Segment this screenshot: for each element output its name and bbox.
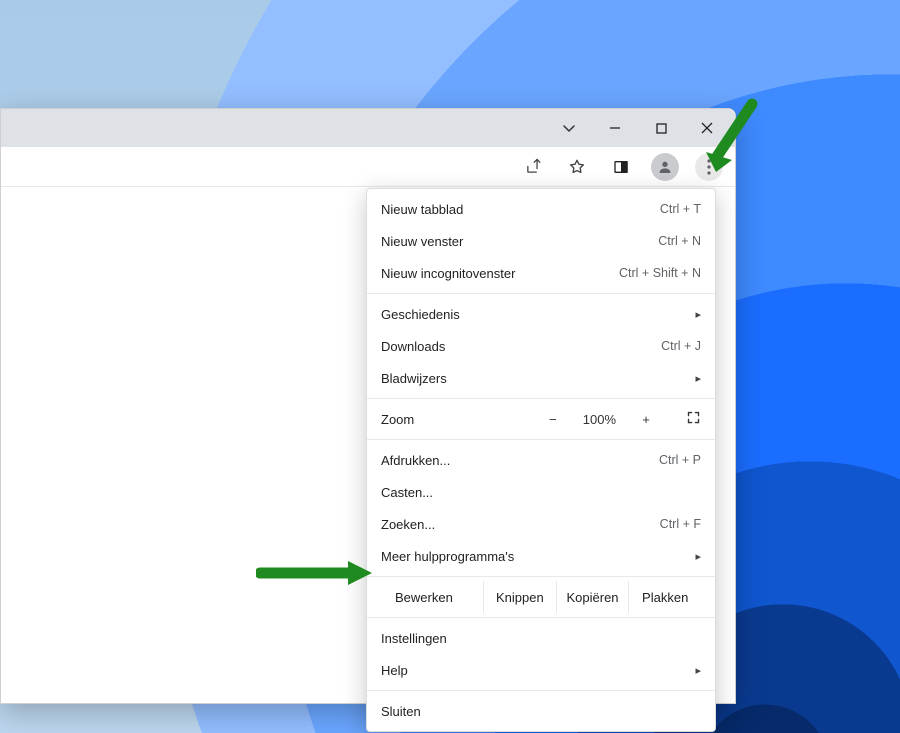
edit-cut-button[interactable]: Knippen <box>483 581 556 613</box>
edit-copy-button[interactable]: Kopiëren <box>556 581 629 613</box>
annotation-arrow-icon <box>256 558 376 588</box>
menu-item-label: Bladwijzers <box>381 371 447 386</box>
window-titlebar <box>1 109 735 147</box>
menu-item-label: Nieuw incognitovenster <box>381 266 515 281</box>
minimize-button[interactable] <box>601 114 629 142</box>
menu-new-tab[interactable]: Nieuw tabblad Ctrl + T <box>367 193 715 225</box>
menu-item-label: Geschiedenis <box>381 307 460 322</box>
menu-help[interactable]: Help <box>367 654 715 686</box>
menu-item-shortcut: Ctrl + P <box>659 453 701 467</box>
menu-item-label: Help <box>381 663 408 678</box>
menu-item-label: Nieuw venster <box>381 234 463 249</box>
menu-more-tools[interactable]: Meer hulpprogramma's <box>367 540 715 572</box>
bookmark-star-icon[interactable] <box>563 153 591 181</box>
chrome-main-menu: Nieuw tabblad Ctrl + T Nieuw venster Ctr… <box>366 188 716 732</box>
zoom-out-button[interactable]: − <box>545 412 561 427</box>
menu-settings[interactable]: Instellingen <box>367 622 715 654</box>
fullscreen-icon[interactable] <box>686 410 701 428</box>
menu-item-label: Bewerken <box>381 590 483 605</box>
menu-print[interactable]: Afdrukken... Ctrl + P <box>367 444 715 476</box>
menu-item-label: Afdrukken... <box>381 453 450 468</box>
menu-item-shortcut: Ctrl + N <box>658 234 701 248</box>
menu-cast[interactable]: Casten... <box>367 476 715 508</box>
menu-find[interactable]: Zoeken... Ctrl + F <box>367 508 715 540</box>
sidepanel-icon[interactable] <box>607 153 635 181</box>
menu-item-shortcut: Ctrl + T <box>660 202 701 216</box>
menu-item-label: Meer hulpprogramma's <box>381 549 514 564</box>
menu-edit-row: Bewerken Knippen Kopiëren Plakken <box>367 581 715 613</box>
menu-exit[interactable]: Sluiten <box>367 695 715 727</box>
menu-item-label: Casten... <box>381 485 433 500</box>
browser-toolbar <box>1 147 735 187</box>
menu-item-label: Instellingen <box>381 631 447 646</box>
tab-search-button[interactable] <box>555 114 583 142</box>
menu-item-shortcut: Ctrl + J <box>661 339 701 353</box>
zoom-value: 100% <box>583 412 616 427</box>
menu-new-incognito[interactable]: Nieuw incognitovenster Ctrl + Shift + N <box>367 257 715 289</box>
zoom-in-button[interactable]: + <box>638 412 654 427</box>
share-icon[interactable] <box>519 153 547 181</box>
edit-paste-button[interactable]: Plakken <box>628 581 701 613</box>
menu-item-label: Nieuw tabblad <box>381 202 463 217</box>
menu-item-shortcut: Ctrl + F <box>660 517 701 531</box>
menu-new-window[interactable]: Nieuw venster Ctrl + N <box>367 225 715 257</box>
menu-item-shortcut: Ctrl + Shift + N <box>619 266 701 280</box>
profile-avatar-icon[interactable] <box>651 153 679 181</box>
menu-item-label: Zoom <box>381 412 414 427</box>
menu-history[interactable]: Geschiedenis <box>367 298 715 330</box>
menu-bookmarks[interactable]: Bladwijzers <box>367 362 715 394</box>
menu-zoom-row: Zoom − 100% + <box>367 403 715 435</box>
maximize-button[interactable] <box>647 114 675 142</box>
menu-downloads[interactable]: Downloads Ctrl + J <box>367 330 715 362</box>
menu-item-label: Sluiten <box>381 704 421 719</box>
menu-item-label: Zoeken... <box>381 517 435 532</box>
menu-item-label: Downloads <box>381 339 445 354</box>
annotation-arrow-icon <box>700 98 760 178</box>
